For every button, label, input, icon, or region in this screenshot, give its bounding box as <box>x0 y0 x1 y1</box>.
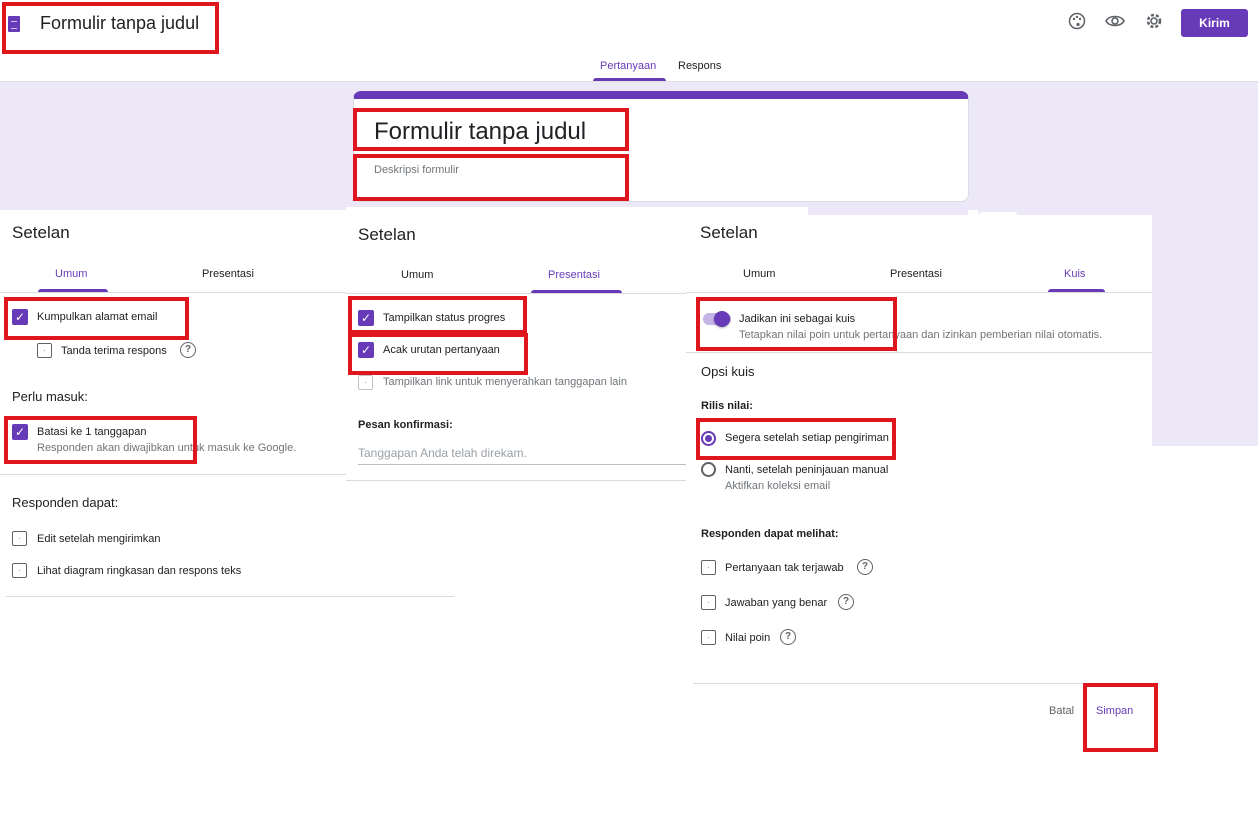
tab-questions[interactable]: Pertanyaan <box>600 60 656 72</box>
settings-title: Setelan <box>358 225 416 244</box>
edit-after-label: Edit setelah mengirimkan <box>37 533 161 545</box>
tab-general[interactable]: Umum <box>401 269 433 281</box>
release-immediate-radio[interactable] <box>701 431 716 446</box>
make-quiz-label: Jadikan ini sebagai kuis <box>739 313 856 325</box>
input-underline <box>358 464 686 465</box>
receipt-label: Tanda terima respons <box>61 345 167 357</box>
form-description-input[interactable]: Deskripsi formulir <box>374 164 459 176</box>
help-icon[interactable]: ? <box>180 342 196 358</box>
release-later-label: Nanti, setelah peninjauan manual <box>725 464 889 476</box>
divider <box>686 352 1152 353</box>
highlight-box <box>1083 683 1158 752</box>
tab-general[interactable]: Umum <box>743 268 775 280</box>
settings-panel-general-ext <box>346 482 454 600</box>
tab-quiz[interactable]: Kuis <box>1064 268 1085 280</box>
confirm-label: Pesan konfirmasi: <box>358 419 453 431</box>
correct-label: Jawaban yang benar <box>725 597 828 609</box>
release-later-radio[interactable] <box>701 462 716 477</box>
missed-label: Pertanyaan tak terjawab <box>725 562 844 574</box>
correct-checkbox[interactable] <box>701 595 716 610</box>
release-later-sub: Aktifkan koleksi email <box>725 480 831 492</box>
divider <box>693 683 1155 684</box>
edit-after-checkbox[interactable] <box>12 531 27 546</box>
release-immediate-label: Segera setelah setiap pengiriman <box>725 432 889 444</box>
tab-responses[interactable]: Respons <box>678 60 721 72</box>
divider <box>0 474 346 475</box>
divider <box>346 480 686 481</box>
show-link-label: Tampilkan link untuk menyerahkan tanggap… <box>383 376 627 388</box>
see-summary-label: Lihat diagram ringkasan dan respons teks <box>37 565 242 577</box>
tab-presentation[interactable]: Presentasi <box>202 268 254 280</box>
help-icon[interactable]: ? <box>838 594 854 610</box>
form-title[interactable]: Formulir tanpa judul <box>374 118 586 146</box>
save-button[interactable]: Simpan <box>1096 705 1133 717</box>
palette-icon[interactable] <box>1067 12 1087 32</box>
make-quiz-sub: Tetapkan nilai poin untuk pertanyaan dan… <box>739 329 1103 341</box>
shuffle-checkbox[interactable]: ✓ <box>358 342 374 358</box>
eye-icon[interactable] <box>1105 12 1125 32</box>
respondents-section-title: Responden dapat: <box>12 495 119 510</box>
forms-logo-icon[interactable] <box>8 16 20 32</box>
limit-one-label: Batasi ke 1 tanggapan <box>37 426 147 438</box>
limit-one-checkbox[interactable]: ✓ <box>12 424 28 440</box>
app-title[interactable]: Formulir tanpa judul <box>40 13 199 34</box>
tab-presentation[interactable]: Presentasi <box>548 269 600 281</box>
tab-presentation[interactable]: Presentasi <box>890 268 942 280</box>
settings-title: Setelan <box>12 223 70 242</box>
divider <box>6 596 454 597</box>
settings-panel-quiz <box>686 215 1152 685</box>
login-section-title: Perlu masuk: <box>12 389 88 404</box>
shuffle-label: Acak urutan pertanyaan <box>383 344 500 356</box>
send-button[interactable]: Kirim <box>1181 9 1248 37</box>
can-see-label: Responden dapat melihat: <box>701 528 839 540</box>
missed-checkbox[interactable] <box>701 560 716 575</box>
quiz-options-title: Opsi kuis <box>701 364 755 379</box>
show-progress-label: Tampilkan status progres <box>383 312 506 324</box>
show-progress-checkbox[interactable]: ✓ <box>358 310 374 326</box>
points-label: Nilai poin <box>725 632 771 644</box>
release-label: Rilis nilai: <box>701 400 753 412</box>
gear-icon[interactable] <box>1144 12 1164 32</box>
help-icon[interactable]: ? <box>780 629 796 645</box>
divider <box>686 292 1152 293</box>
divider <box>0 292 346 293</box>
see-summary-checkbox[interactable] <box>12 563 27 578</box>
confirm-message-input[interactable]: Tanggapan Anda telah direkam. <box>358 446 527 460</box>
points-checkbox[interactable] <box>701 630 716 645</box>
quiz-toggle[interactable] <box>714 311 730 327</box>
limit-one-sub: Responden akan diwajibkan untuk masuk ke… <box>37 442 297 454</box>
divider <box>346 293 686 294</box>
settings-title: Setelan <box>700 223 758 242</box>
cancel-button[interactable]: Batal <box>1049 705 1074 717</box>
form-header-card <box>353 91 969 202</box>
receipt-checkbox[interactable] <box>37 343 52 358</box>
tab-general[interactable]: Umum <box>55 268 87 280</box>
show-link-checkbox[interactable] <box>358 375 373 390</box>
help-icon[interactable]: ? <box>857 559 873 575</box>
collect-email-label: Kumpulkan alamat email <box>37 311 158 323</box>
collect-email-checkbox[interactable]: ✓ <box>12 309 28 325</box>
